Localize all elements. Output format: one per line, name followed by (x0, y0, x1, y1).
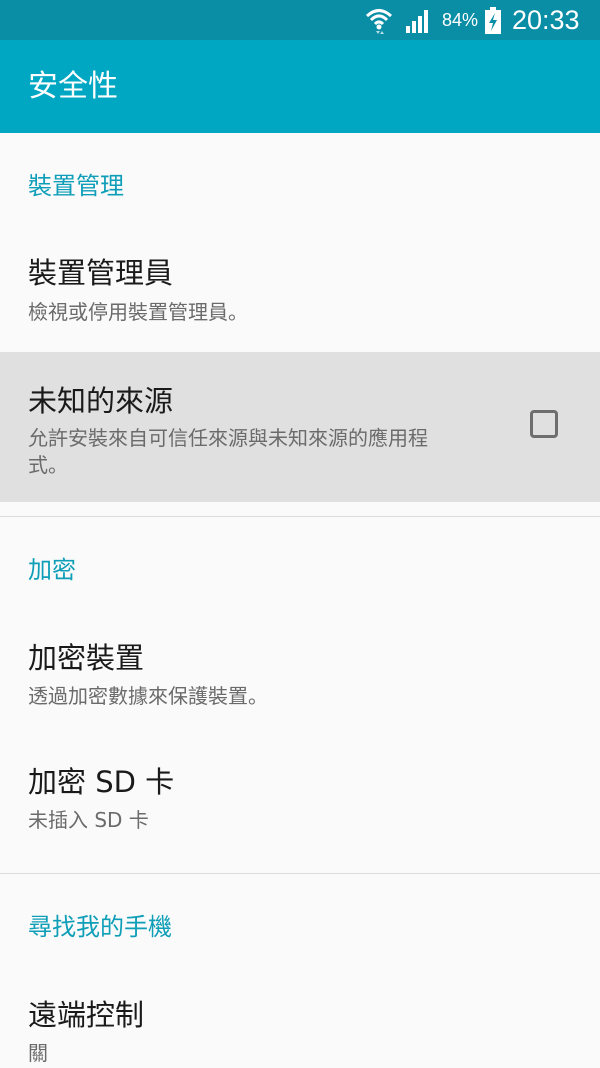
item-title: 裝置管理員 (28, 256, 174, 290)
battery-percent: 84% (442, 10, 479, 30)
item-subtitle: 未插入 SD 卡 (28, 808, 149, 832)
item-subtitle: 關 (28, 1041, 48, 1065)
item-subtitle: 透過加密數據來保護裝置。 (28, 684, 268, 708)
status-bar: 84% 20:33 (0, 0, 600, 40)
section-header-encryption: 加密 (28, 556, 76, 584)
item-title: 未知的來源 (28, 384, 174, 418)
page-title: 安全性 (28, 69, 118, 104)
item-title: 遠端控制 (28, 998, 145, 1032)
item-subtitle-line1: 允許安裝來自可信任來源與未知來源的應用程 (28, 426, 428, 450)
section-header-device-admin: 裝置管理 (28, 172, 124, 200)
app-bar: 安全性 (0, 40, 600, 133)
battery-charging-icon (485, 7, 501, 34)
item-title: 加密裝置 (28, 641, 145, 675)
unknown-sources-checkbox[interactable] (530, 410, 558, 438)
divider (0, 873, 600, 874)
signal-icon (406, 10, 428, 33)
item-subtitle-line2: 式。 (28, 453, 68, 477)
item-subtitle: 檢視或停用裝置管理員。 (28, 300, 248, 324)
item-title: 加密 SD 卡 (28, 765, 175, 799)
wifi-icon (365, 9, 393, 34)
clock: 20:33 (512, 5, 580, 35)
divider (0, 516, 600, 517)
section-header-find-my-mobile: 尋找我的手機 (28, 913, 172, 941)
